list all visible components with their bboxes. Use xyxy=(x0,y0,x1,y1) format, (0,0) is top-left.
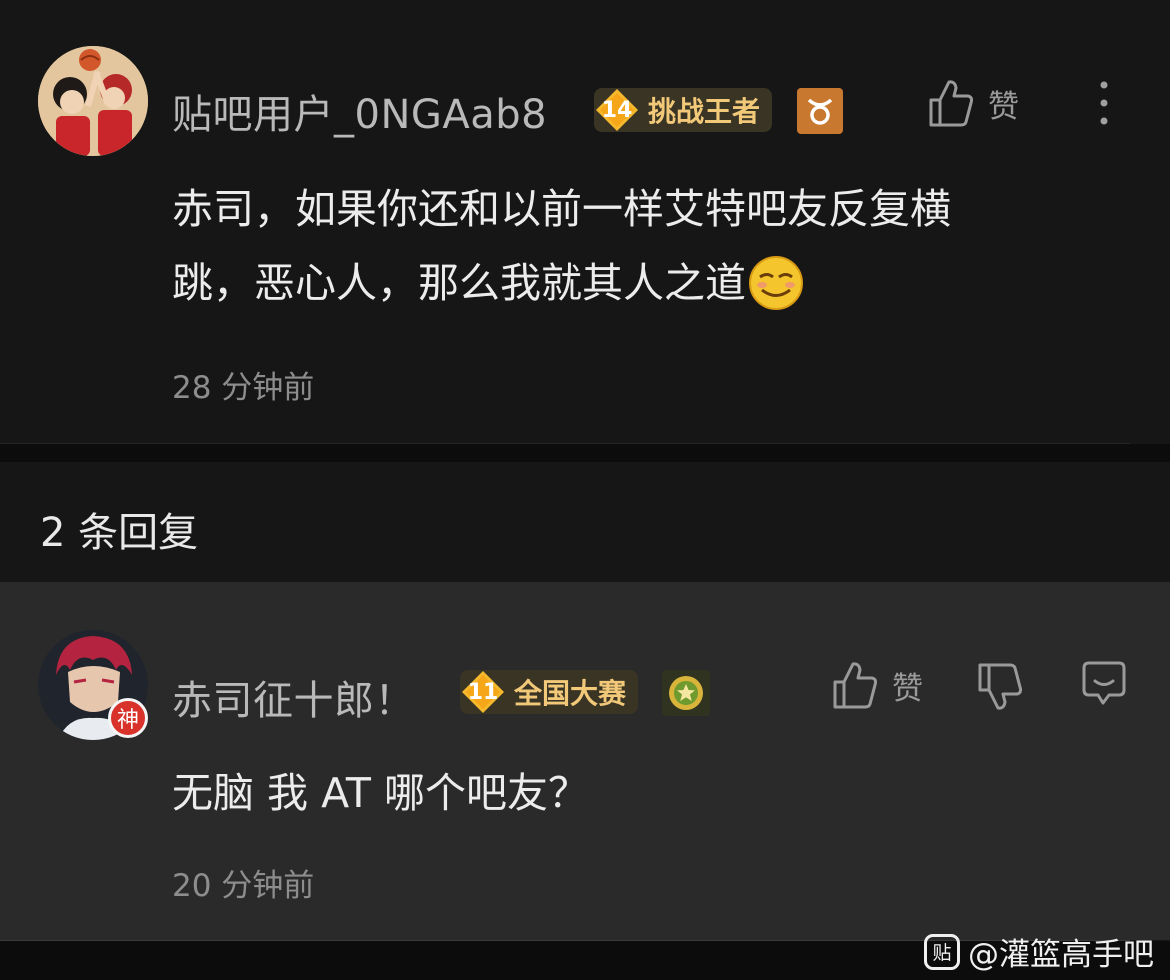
reply-level-badge[interactable]: 11 全国大赛 xyxy=(460,669,639,715)
reply-text: 无脑 我 AT 哪个吧友？ xyxy=(172,769,590,817)
thumbs-up-icon xyxy=(929,80,974,127)
main-comment-username[interactable]: 贴吧用户_0NGAab8 xyxy=(172,82,547,140)
watermark: 贴 @灌篮高手吧 xyxy=(924,929,1154,974)
smirk-emoji-icon xyxy=(749,256,803,310)
main-comment-line-2: 跳，恶心人，那么我就其人之道 xyxy=(172,259,746,307)
main-comment-avatar[interactable] xyxy=(38,46,148,156)
tieba-logo-icon: 贴 xyxy=(924,933,960,970)
god-badge: 神 xyxy=(108,698,148,738)
thumbs-down-icon xyxy=(978,663,1023,710)
reply-count: 2 条回复 xyxy=(40,510,199,556)
level-badge[interactable]: 14 挑战王者 xyxy=(594,87,773,133)
watermark-text: @灌篮高手吧 xyxy=(968,937,1154,973)
like-label: 赞 xyxy=(988,88,1019,125)
like-label: 赞 xyxy=(892,670,923,707)
taurus-icon[interactable] xyxy=(797,88,843,134)
comment-bubble-icon xyxy=(1082,661,1126,705)
more-options-icon[interactable] xyxy=(1095,80,1113,126)
level-diamond-icon: 11 xyxy=(460,669,506,715)
main-comment-time: 28 分钟前 xyxy=(172,370,315,406)
main-comment-text: 赤司，如果你还和以前一样艾特吧友反复横 跳，恶心人，那么我就其人之道 xyxy=(172,172,1132,320)
main-like-button[interactable]: 赞 xyxy=(928,78,1019,128)
level-number: 14 xyxy=(601,97,633,123)
section-gap xyxy=(0,444,1170,462)
level-diamond-icon: 14 xyxy=(594,87,640,133)
main-comment-line-1: 赤司，如果你还和以前一样艾特吧友反复横 xyxy=(172,185,951,233)
reply-username[interactable]: 赤司征十郎！ xyxy=(172,668,415,726)
reply-comment-button[interactable] xyxy=(1081,660,1127,712)
dislike-button[interactable] xyxy=(977,662,1023,716)
thumbs-up-icon xyxy=(833,662,878,709)
reply-time: 20 分钟前 xyxy=(172,868,315,904)
level-title: 挑战王者 xyxy=(648,95,761,128)
medal-icon[interactable] xyxy=(662,670,710,716)
reply-like-button[interactable]: 赞 xyxy=(832,660,923,710)
level-title: 全国大赛 xyxy=(514,677,627,710)
level-number: 11 xyxy=(467,679,499,705)
